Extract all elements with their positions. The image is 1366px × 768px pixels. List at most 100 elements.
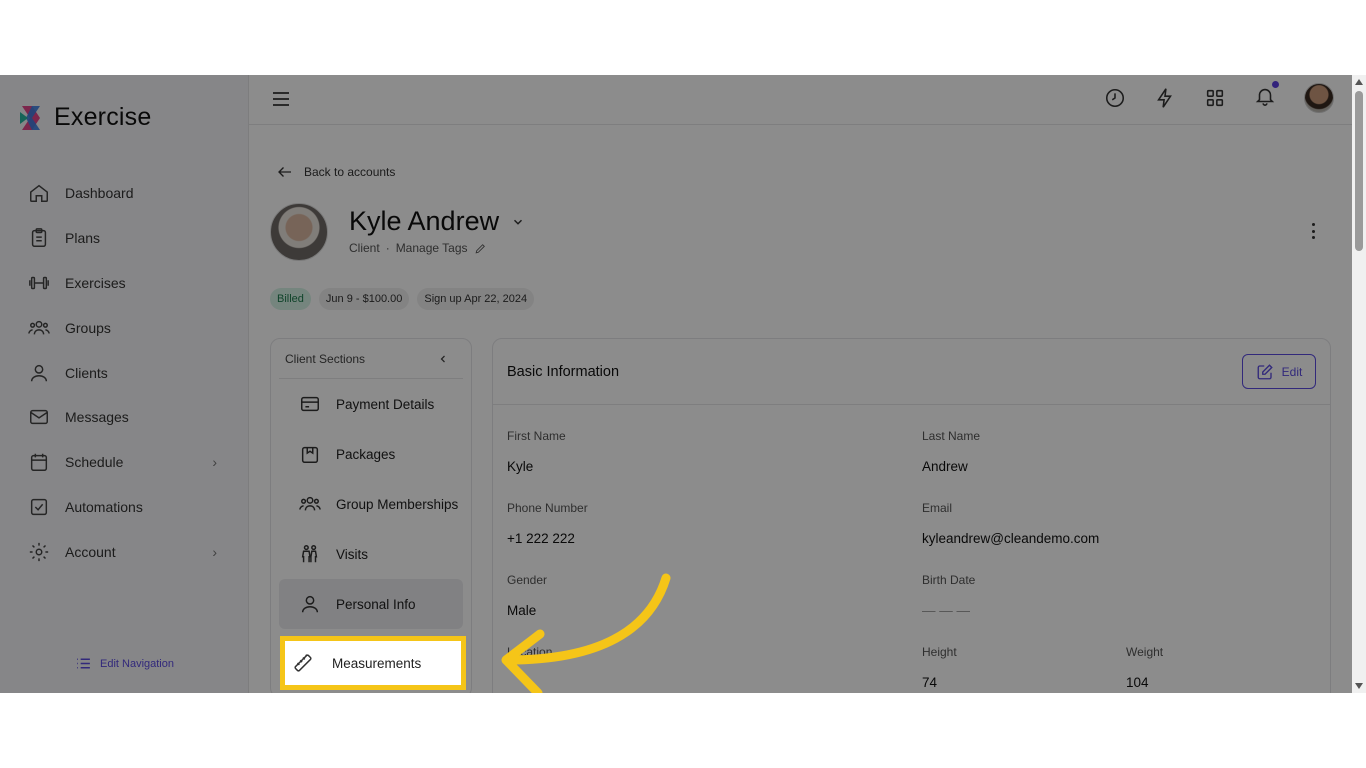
edit-button[interactable]: Edit	[1242, 354, 1316, 389]
sidebar-item-label: Groups	[65, 319, 111, 336]
sidebar-item-clients[interactable]: Clients	[0, 350, 249, 395]
scroll-up-icon[interactable]	[1355, 79, 1363, 85]
client-name: Kyle Andrew	[349, 206, 500, 236]
field-value: 74	[922, 675, 938, 690]
section-label: Group Memberships	[336, 496, 459, 512]
clipboard-icon	[31, 228, 47, 248]
sidebar: Exercise Dashboard Plans Exercises Group…	[0, 75, 249, 693]
payment-badge: Jun 9 - $100.00	[318, 288, 410, 310]
sidebar-item-label: Schedule	[65, 454, 124, 471]
client-subline: Client · Manage Tags	[349, 241, 487, 255]
menu-icon[interactable]	[271, 89, 291, 109]
sidebar-item-exercises[interactable]: Exercises	[0, 261, 249, 306]
lightning-icon[interactable]	[1154, 87, 1176, 109]
field-label: Height	[922, 645, 957, 659]
client-role: Client	[349, 241, 380, 255]
field-label: Weight	[1126, 645, 1164, 659]
home-icon	[30, 185, 48, 203]
section-label: Packages	[336, 446, 396, 462]
last-name-field: Last Name Andrew	[922, 429, 980, 474]
sidebar-item-messages[interactable]: Messages	[0, 395, 249, 440]
field-label: Last Name	[922, 429, 981, 443]
sidebar-item-label: Plans	[65, 230, 101, 247]
basic-information-header: Basic Information Edit	[493, 339, 1330, 405]
manage-tags-link[interactable]: Manage Tags	[396, 241, 468, 255]
status-badges: Billed Jun 9 - $100.00 Sign up Apr 22, 2…	[270, 288, 535, 310]
back-to-accounts-link[interactable]: Back to accounts	[276, 163, 395, 181]
person-icon	[301, 595, 319, 613]
sidebar-item-dashboard[interactable]: Dashboard	[0, 171, 249, 216]
section-label: Payment Details	[336, 396, 435, 412]
weight-field: Weight 104	[1126, 645, 1163, 690]
chevron-down-icon	[514, 219, 523, 225]
field-value: 104	[1126, 675, 1149, 690]
scroll-thumb[interactable]	[1355, 91, 1363, 251]
visits-icon	[301, 545, 318, 563]
section-label: Measurements	[332, 655, 422, 671]
clock-icon[interactable]	[1104, 87, 1126, 109]
apps-grid-icon[interactable]	[1204, 87, 1226, 109]
credit-card-icon	[301, 396, 319, 412]
section-label: Visits	[336, 546, 369, 562]
main-nav: Dashboard Plans Exercises Groups Clients…	[0, 171, 249, 574]
signup-badge: Sign up Apr 22, 2024	[417, 288, 535, 310]
section-payment-details[interactable]: Payment Details	[279, 379, 463, 429]
user-icon	[30, 364, 48, 381]
package-icon	[301, 446, 319, 463]
section-visits[interactable]: Visits	[279, 529, 463, 579]
billed-badge: Billed	[270, 288, 311, 310]
sidebar-item-label: Clients	[65, 364, 108, 381]
sidebar-item-label: Messages	[65, 409, 129, 426]
user-avatar[interactable]	[1304, 83, 1334, 113]
top-actions	[1104, 80, 1334, 113]
checkbox-icon	[30, 498, 48, 516]
sidebar-item-groups[interactable]: Groups	[0, 305, 249, 350]
sidebar-item-schedule[interactable]: Schedule ›	[0, 440, 249, 485]
section-group-memberships[interactable]: Group Memberships	[279, 479, 463, 529]
client-name-dropdown[interactable]: Kyle Andrew	[349, 206, 525, 237]
sidebar-item-label: Dashboard	[65, 185, 134, 202]
edit-navigation-link[interactable]: Edit Navigation	[75, 655, 174, 672]
field-label: Email	[922, 501, 953, 515]
sidebar-item-automations[interactable]: Automations	[0, 485, 249, 530]
field-value: — — —	[922, 603, 971, 618]
sidebar-item-account[interactable]: Account ›	[0, 529, 249, 574]
pointer-arrow-icon	[501, 573, 671, 693]
more-options-icon[interactable]	[1305, 221, 1321, 241]
field-label: Birth Date	[922, 573, 976, 587]
chevron-right-icon: ›	[212, 454, 217, 471]
scroll-down-icon[interactable]	[1355, 683, 1363, 689]
sidebar-item-plans[interactable]: Plans	[0, 216, 249, 261]
notifications[interactable]	[1254, 80, 1279, 112]
field-value: Kyle	[507, 459, 534, 474]
users-icon	[28, 320, 50, 335]
client-sections-header: Client Sections	[279, 339, 463, 379]
list-icon	[77, 658, 90, 669]
chevron-right-icon: ›	[212, 543, 217, 560]
client-sections-title: Client Sections	[285, 351, 366, 366]
ruler-icon	[294, 654, 312, 672]
group-icon	[299, 496, 321, 511]
field-label: Phone Number	[507, 501, 588, 515]
app-window: Exercise Dashboard Plans Exercises Group…	[0, 75, 1366, 693]
collapse-icon[interactable]	[437, 353, 449, 365]
section-personal-info[interactable]: Personal Info	[279, 579, 463, 629]
height-field: Height 74	[922, 645, 957, 690]
birth-date-field: Birth Date — — —	[922, 573, 975, 618]
arrow-left-icon	[278, 167, 291, 177]
client-photo	[270, 203, 328, 261]
gear-icon	[29, 542, 49, 561]
section-measurements[interactable]: Measurements	[280, 636, 466, 690]
app-logo[interactable]: Exercise	[18, 103, 151, 132]
scrollbar[interactable]	[1352, 75, 1366, 693]
first-name-field: First Name Kyle	[507, 429, 566, 474]
sidebar-item-label: Exercises	[65, 274, 126, 291]
edit-label: Edit	[1281, 364, 1303, 379]
email-field: Email kyleandrew@cleandemo.com	[922, 501, 1099, 546]
back-label: Back to accounts	[304, 165, 396, 179]
mail-icon	[30, 410, 48, 425]
logo-icon	[20, 105, 40, 130]
section-packages[interactable]: Packages	[279, 429, 463, 479]
notification-dot	[1272, 80, 1279, 88]
pencil-icon[interactable]	[474, 242, 487, 255]
